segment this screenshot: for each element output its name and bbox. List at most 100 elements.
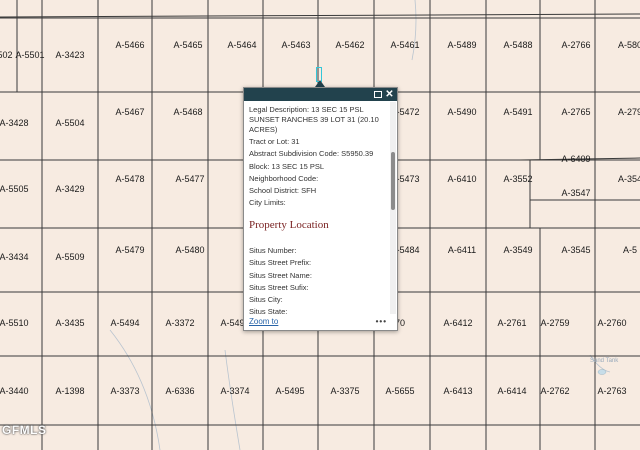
parcel-label[interactable]: A-5509 bbox=[55, 252, 84, 262]
parcel-label[interactable]: A-5491 bbox=[503, 107, 532, 117]
property-location-heading: Property Location bbox=[249, 219, 329, 232]
parcel-label[interactable]: A-2759 bbox=[540, 318, 569, 328]
popup-field-label: Neighborhood Code: bbox=[249, 173, 319, 183]
parcel-label[interactable]: A-5510 bbox=[0, 318, 29, 328]
popup-footer: Zoom to ••• bbox=[244, 314, 397, 330]
parcel-label[interactable]: A-5501 bbox=[15, 50, 44, 60]
sand-tank-label: Sand Tank bbox=[590, 358, 619, 364]
parcel-label[interactable]: A-5488 bbox=[503, 40, 532, 50]
parcel-label[interactable]: A-3434 bbox=[0, 252, 29, 262]
parcel-label[interactable]: A-3428 bbox=[0, 118, 29, 128]
parcel-label[interactable]: A-3549 bbox=[503, 245, 532, 255]
popup-content: Legal Description: 13 SEC 15 PSL SUNSET … bbox=[244, 101, 387, 314]
situs-field-label: Situs Street Sufix: bbox=[249, 282, 309, 292]
parcel-boundary bbox=[0, 13, 640, 18]
parcel-label[interactable]: A-5477 bbox=[175, 174, 204, 184]
zoom-to-link[interactable]: Zoom to bbox=[249, 314, 278, 330]
maximize-icon[interactable] bbox=[372, 89, 383, 100]
road-line bbox=[411, 0, 417, 61]
popup-field-row: City Limits: bbox=[249, 198, 387, 208]
parcel-label[interactable]: A-5490 bbox=[447, 107, 476, 117]
watermark-logo: GFMLS bbox=[2, 423, 47, 437]
parcel-label[interactable]: A-5461 bbox=[390, 40, 419, 50]
parcel-label[interactable]: A-3374 bbox=[220, 386, 249, 396]
parcel-label[interactable]: A-5465 bbox=[173, 40, 202, 50]
popup-field-label: Abstract Subdivision Code: bbox=[249, 149, 340, 159]
close-icon[interactable]: ✕ bbox=[384, 89, 395, 100]
situs-field-label: Situs City: bbox=[249, 294, 283, 304]
parcel-label[interactable]: A-6336 bbox=[165, 386, 194, 396]
parcel-label[interactable]: A-5464 bbox=[227, 40, 256, 50]
parcel-label[interactable]: A-5480 bbox=[175, 245, 204, 255]
parcel-label[interactable]: A-5655 bbox=[385, 386, 414, 396]
parcel-label[interactable]: A-6410 bbox=[447, 174, 476, 184]
popup-field-row: Neighborhood Code: bbox=[249, 174, 387, 184]
parcel-label[interactable]: A-6412 bbox=[443, 318, 472, 328]
parcel-label[interactable]: A-5504 bbox=[55, 118, 84, 128]
parcel-label[interactable]: A-5466 bbox=[115, 40, 144, 50]
popup-field-row: Abstract Subdivision Code: S5950.39 bbox=[249, 149, 387, 159]
parcel-label[interactable]: A-2760 bbox=[597, 318, 626, 328]
parcel-label[interactable]: A-1398 bbox=[55, 386, 84, 396]
popup-scrollbar[interactable] bbox=[390, 102, 396, 314]
parcel-label[interactable]: A-5467 bbox=[115, 107, 144, 117]
parcel-label[interactable]: A-5462 bbox=[335, 40, 364, 50]
popup-field-label: Block: bbox=[249, 161, 270, 171]
parcel-label[interactable]: A-5489 bbox=[447, 40, 476, 50]
parcel-label[interactable]: A-3552 bbox=[503, 174, 532, 184]
popup-pointer bbox=[315, 80, 325, 87]
parcel-label[interactable]: A-2761 bbox=[497, 318, 526, 328]
water-feature bbox=[597, 369, 607, 375]
popup-field-row: Legal Description: 13 SEC 15 PSL SUNSET … bbox=[249, 105, 387, 135]
popup-field-row: Tract or Lot: 31 bbox=[249, 137, 387, 147]
parcel-label[interactable]: A-5 bbox=[623, 245, 637, 255]
parcel-info-popup: ✕ Legal Description: 13 SEC 15 PSL SUNSE… bbox=[243, 87, 398, 331]
parcel-label[interactable]: A-2766 bbox=[561, 40, 590, 50]
parcel-label[interactable]: A-2765 bbox=[561, 107, 590, 117]
more-options-button[interactable]: ••• bbox=[376, 314, 387, 330]
parcel-label[interactable]: A-6411 bbox=[448, 245, 476, 255]
parcel-label[interactable]: A-2762 bbox=[540, 386, 569, 396]
parcel-label[interactable]: A-354 bbox=[618, 174, 640, 184]
popup-field-row: School District: SFH bbox=[249, 186, 387, 196]
parcel-label[interactable]: A-3547 bbox=[561, 188, 590, 198]
situs-field-label: Situs State: bbox=[249, 307, 288, 314]
parcel-label[interactable]: A-5468 bbox=[173, 107, 202, 117]
parcel-label[interactable]: A-3440 bbox=[0, 386, 29, 396]
parcel-label[interactable]: A-3429 bbox=[55, 184, 84, 194]
popup-field-label: City Limits: bbox=[249, 198, 286, 208]
parcel-label[interactable]: 502 bbox=[0, 50, 13, 60]
popup-field-row: Block: 13 SEC 15 PSL bbox=[249, 162, 387, 172]
popup-header: ✕ bbox=[244, 88, 397, 101]
parcel-label[interactable]: A-580 bbox=[618, 40, 640, 50]
road-line bbox=[224, 349, 241, 450]
popup-field-value: S5950.39 bbox=[341, 149, 374, 159]
parcel-label[interactable]: A-5494 bbox=[110, 318, 139, 328]
parcel-label[interactable]: A-5478 bbox=[115, 174, 144, 184]
popup-field-value: 13 SEC 15 PSL bbox=[271, 161, 325, 171]
situs-field-label: Situs Street Prefix: bbox=[249, 258, 312, 268]
parcel-label[interactable]: A-5463 bbox=[281, 40, 310, 50]
parcel-label[interactable]: A-5479 bbox=[115, 245, 144, 255]
parcel-label[interactable]: A-279 bbox=[618, 107, 640, 117]
parcel-label[interactable]: A-3372 bbox=[165, 318, 194, 328]
parcel-label[interactable]: A-5495 bbox=[275, 386, 304, 396]
situs-field-label: Situs Number: bbox=[249, 246, 297, 256]
popup-field-label: School District: bbox=[249, 185, 300, 195]
parcel-label[interactable]: A-6414 bbox=[497, 386, 526, 396]
parcel-label[interactable]: A-6413 bbox=[443, 386, 472, 396]
parcel-label[interactable]: A-3435 bbox=[55, 318, 84, 328]
parcel-label[interactable]: A-3423 bbox=[55, 50, 84, 60]
parcel-label[interactable]: A-6409 bbox=[561, 154, 590, 164]
scrollbar-thumb[interactable] bbox=[391, 152, 395, 210]
parcel-label[interactable]: A-5505 bbox=[0, 184, 29, 194]
parcel-label[interactable]: A-3545 bbox=[561, 245, 590, 255]
parcel-label[interactable]: A-2763 bbox=[597, 386, 626, 396]
popup-field-value: SFH bbox=[301, 185, 317, 195]
popup-field-value: 31 bbox=[291, 137, 300, 147]
popup-field-label: Legal Description: bbox=[249, 105, 310, 114]
parcel-label[interactable]: A-3373 bbox=[110, 386, 139, 396]
popup-field-label: Tract or Lot: bbox=[249, 137, 290, 147]
situs-field-label: Situs Street Name: bbox=[249, 270, 312, 280]
parcel-label[interactable]: A-3375 bbox=[330, 386, 359, 396]
